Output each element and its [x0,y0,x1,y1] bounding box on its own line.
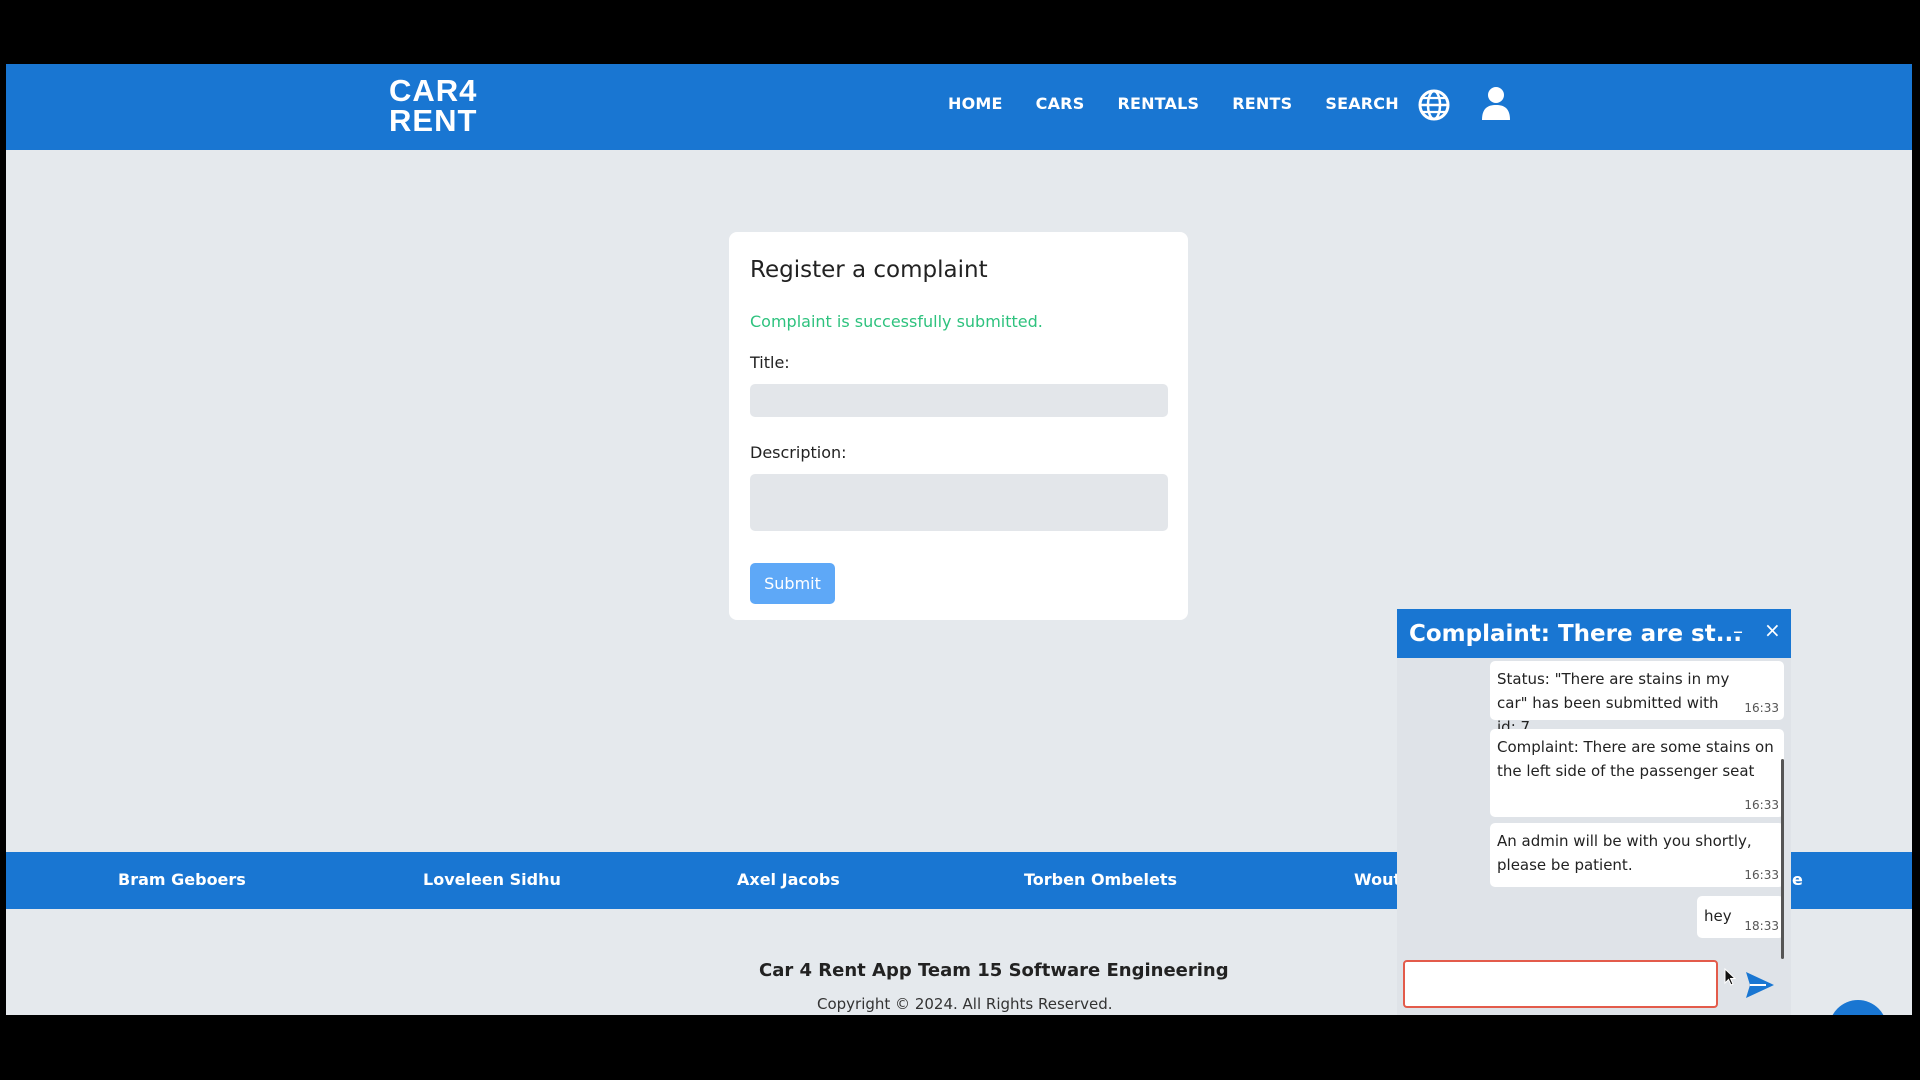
chat-message: hey 18:33 [1697,896,1784,938]
logo-line-1: CAR4 [389,73,478,108]
description-label: Description: [750,443,847,462]
message-text: Complaint: There are some stains on the … [1497,738,1774,780]
title-label: Title: [750,353,790,372]
chat-window: Complaint: There are st... – × Status: "… [1397,609,1791,1015]
success-message: Complaint is successfully submitted. [750,312,1043,331]
nav-cars[interactable]: CARS [1036,94,1085,113]
member-link[interactable]: Torben Ombelets [1024,870,1177,889]
chat-message: Status: "There are stains in my car" has… [1490,661,1784,736]
footer-copyright: Copyright © 2024. All Rights Reserved. [817,995,1113,1013]
chat-message: Complaint: There are some stains on the … [1490,729,1784,817]
member-link[interactable]: Loveleen Sidhu [423,870,561,889]
message-time: 16:33 [1744,868,1779,882]
form-title: Register a complaint [750,257,988,283]
user-icon[interactable] [1480,86,1512,122]
submit-button[interactable]: Submit [750,563,835,604]
close-button[interactable]: × [1764,618,1781,642]
complaint-form-card: Register a complaint Complaint is succes… [729,232,1188,620]
footer-team-title: Car 4 Rent App Team 15 Software Engineer… [759,960,1229,981]
globe-icon[interactable] [1417,88,1451,122]
message-time: 16:33 [1744,701,1779,715]
title-input[interactable] [750,384,1168,417]
nav-search[interactable]: SEARCH [1325,94,1399,113]
chat-scrollbar[interactable] [1781,759,1784,959]
description-textarea[interactable] [750,474,1168,531]
member-link[interactable]: e [1792,870,1803,889]
message-text: An admin will be with you shortly, pleas… [1497,832,1752,874]
logo[interactable]: CAR4 RENT [389,73,478,138]
send-icon[interactable] [1744,970,1776,1000]
chat-message: An admin will be with you shortly, pleas… [1490,823,1784,887]
nav-rentals[interactable]: RENTALS [1117,94,1199,113]
message-time: 18:33 [1744,919,1779,933]
chat-header: Complaint: There are st... – × [1397,609,1791,658]
message-time: 16:33 [1744,798,1779,812]
member-link[interactable]: Bram Geboers [118,870,246,889]
nav-links: HOME CARS RENTALS RENTS SEARCH [948,94,1399,113]
logo-line-2: RENT [389,103,478,138]
top-navbar: CAR4 RENT HOME CARS RENTALS RENTS SEARCH [6,64,1912,150]
nav-rents[interactable]: RENTS [1232,94,1292,113]
chat-toggle-button[interactable] [1829,1000,1887,1015]
chat-icon [1843,1014,1873,1015]
chat-message-input[interactable] [1403,960,1718,1008]
app-window: CAR4 RENT HOME CARS RENTALS RENTS SEARCH… [6,64,1912,1015]
chat-title: Complaint: There are st... [1409,621,1742,647]
member-link[interactable]: Axel Jacobs [737,870,840,889]
member-link[interactable]: Wout [1354,870,1401,889]
message-text: hey [1704,907,1732,925]
nav-home[interactable]: HOME [948,94,1003,113]
mouse-cursor-icon [1724,968,1736,986]
minimize-button[interactable]: – [1733,619,1743,643]
